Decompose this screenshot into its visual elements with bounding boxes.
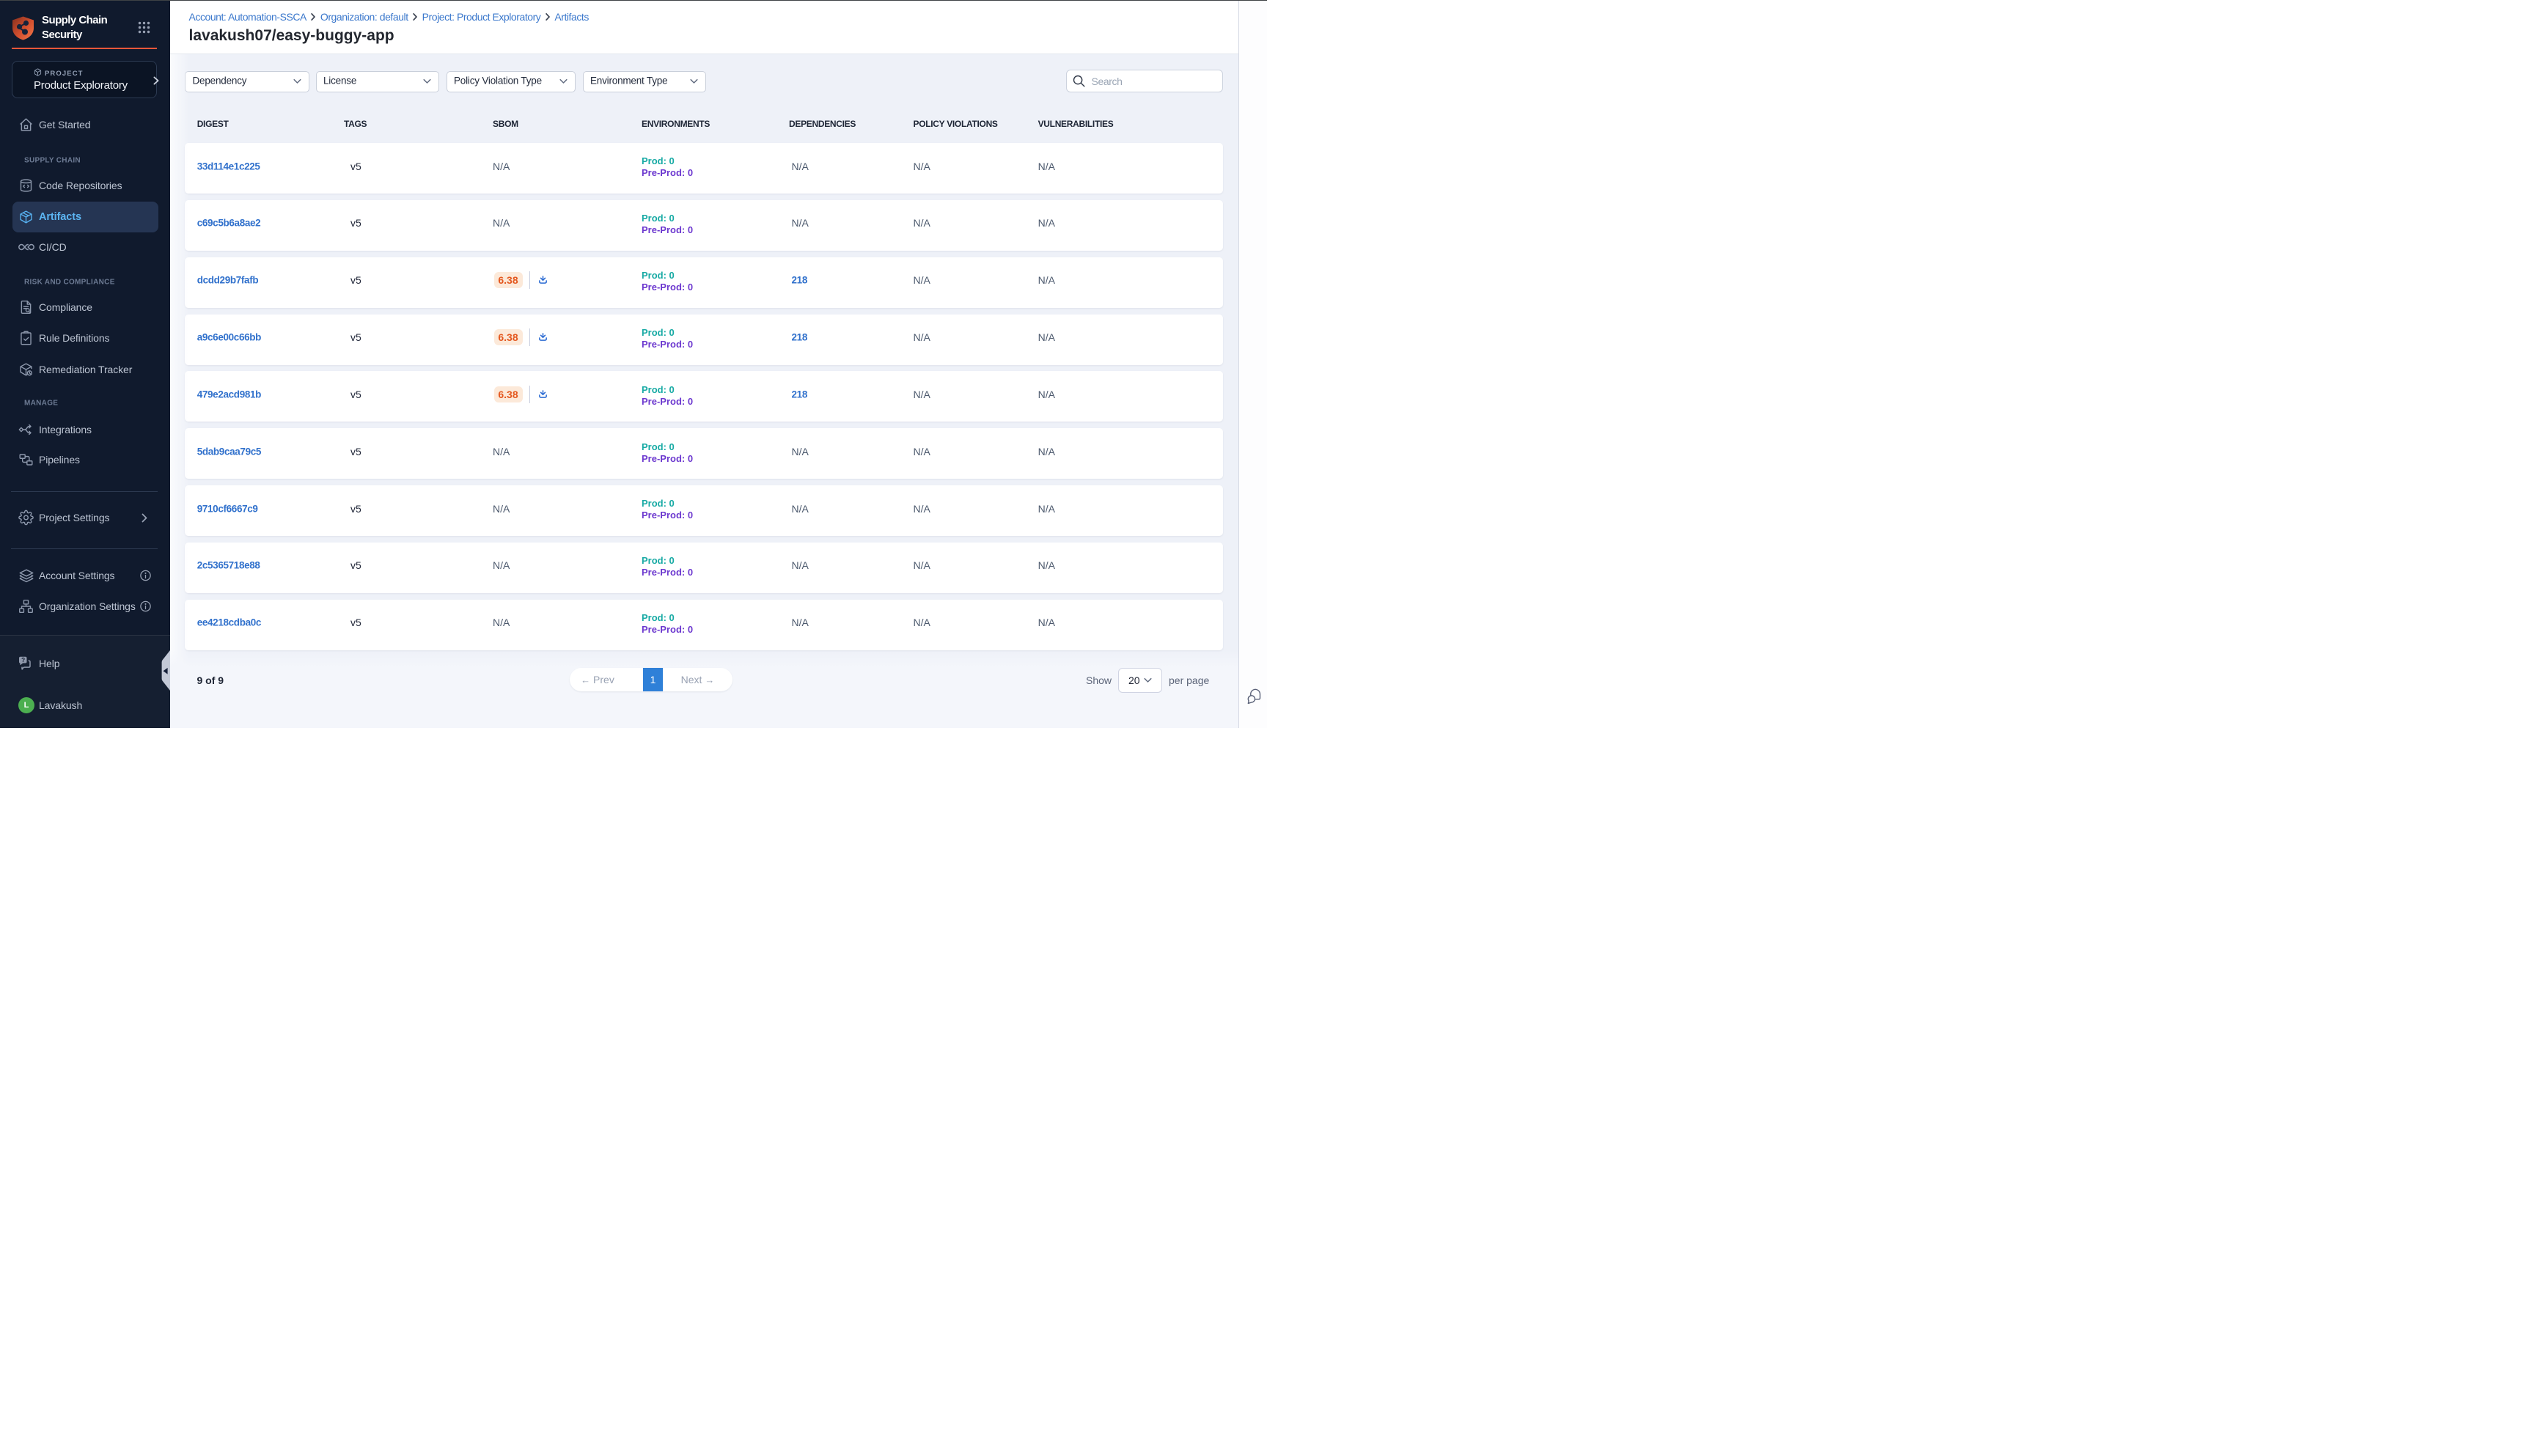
- svg-text:?: ?: [21, 657, 25, 663]
